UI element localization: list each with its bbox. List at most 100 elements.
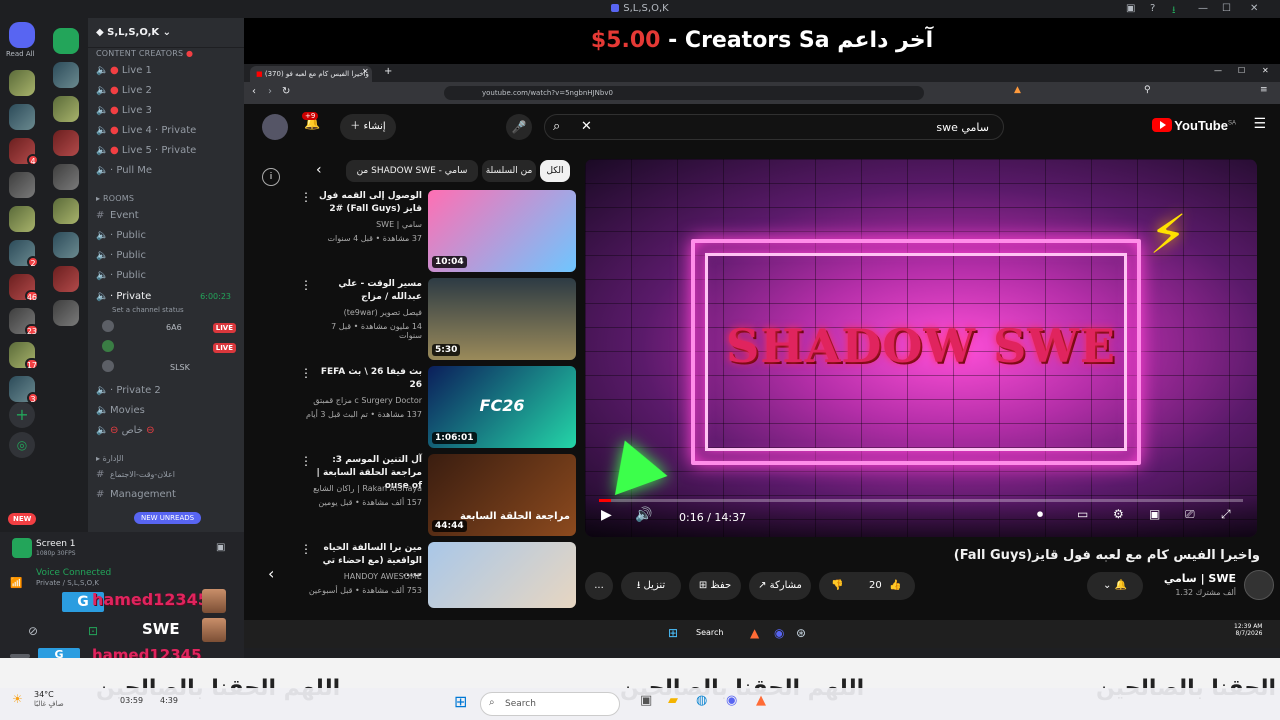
channel-status[interactable]: Set a channel status	[112, 306, 184, 314]
clear-search-icon[interactable]: ✕	[581, 119, 592, 134]
recommended-item[interactable]: ⋮ مسير الوقت - علي عبدالله / مزاج فيصل ت…	[300, 278, 576, 360]
minimize-icon[interactable]: —	[1198, 3, 1208, 14]
info-icon[interactable]: i	[262, 168, 280, 186]
channel-public-2[interactable]: 🔈 · Public	[96, 247, 241, 265]
like-count[interactable]: 20	[869, 572, 882, 600]
server-icon[interactable]: 17	[9, 342, 39, 370]
brave-icon[interactable]: ▲	[1014, 85, 1021, 95]
discord-icon[interactable]: ◉	[774, 626, 784, 640]
server-icon[interactable]	[9, 172, 35, 198]
autoplay-toggle[interactable]: ⏺	[1037, 507, 1043, 522]
server-icon[interactable]	[53, 28, 79, 54]
category-content-creators[interactable]: CONTENT CREATORS ●	[96, 49, 193, 58]
fullscreen-icon[interactable]: ⤢	[1221, 507, 1231, 522]
maximize-icon[interactable]: ☐	[1238, 66, 1245, 75]
recommended-item[interactable]: ⋮ مين برا السالفة الحياه الواقعية (مع اح…	[300, 542, 576, 624]
channel-management[interactable]: # Management	[96, 486, 241, 504]
video-thumbnail[interactable]: 10:04	[428, 190, 576, 272]
server-icon[interactable]	[53, 300, 79, 326]
extensions-icon[interactable]: ⚲	[1144, 85, 1151, 95]
read-all-label[interactable]: Read All	[6, 50, 35, 58]
task-view-icon[interactable]: ▣	[640, 693, 652, 708]
server-icon[interactable]	[53, 164, 79, 190]
recommended-item[interactable]: ⋮ الوصول إلى القمه فول قايز (Fall Guys) …	[300, 190, 576, 272]
video-thumbnail[interactable]: FC26 1:06:01	[428, 366, 576, 448]
minimize-icon[interactable]: —	[1214, 66, 1222, 75]
file-explorer-icon[interactable]: ▰	[668, 693, 678, 708]
settings-icon[interactable]: ⚙	[1113, 507, 1124, 521]
weather-icon[interactable]: ☀	[12, 692, 23, 706]
chip-series[interactable]: من السلسلة	[482, 160, 536, 182]
server-header[interactable]: ◆ S,L,S,O,K ⌄	[88, 18, 244, 48]
brave-icon[interactable]: ▲	[756, 693, 766, 708]
progress-bar[interactable]	[599, 499, 1243, 502]
voice-connected[interactable]: Voice Connected	[36, 568, 111, 578]
server-icon[interactable]	[53, 130, 79, 156]
server-icon[interactable]: 46	[9, 274, 39, 302]
category-admin[interactable]: ▸ الإدارة	[96, 454, 124, 463]
like-icon[interactable]: 👍	[889, 572, 901, 600]
server-icon[interactable]	[53, 232, 79, 258]
search-input[interactable]: ⌕ ✕ swe سامي	[544, 114, 1004, 140]
server-icon[interactable]: 4	[9, 138, 39, 166]
server-icon[interactable]	[53, 198, 79, 224]
server-icon[interactable]	[53, 266, 79, 292]
menu-icon[interactable]: ≡	[1260, 85, 1268, 95]
activity-icon[interactable]: ⊡	[88, 624, 98, 638]
weather-temp[interactable]: 34°C	[34, 690, 54, 699]
channel-private-active[interactable]: 🔈 · Private 6:00:23	[96, 288, 241, 306]
subtitles-icon[interactable]: ▭	[1077, 507, 1088, 521]
add-server-icon[interactable]: +	[9, 402, 35, 428]
avatar[interactable]	[102, 320, 114, 332]
cast-icon[interactable]: ⎚	[1185, 507, 1195, 522]
address-bar[interactable]: youtube.com/watch?v=5ngbnHJNbv0	[444, 86, 924, 100]
voice-connected-sub[interactable]: Private / S,L,S,O,K	[36, 579, 99, 587]
channel-live-1[interactable]: 🔈 ● Live 1	[96, 62, 241, 80]
taskbar-search[interactable]: Search	[696, 628, 723, 637]
video-thumbnail[interactable]	[428, 542, 576, 608]
edge-icon[interactable]: ◍	[696, 693, 707, 708]
chip-all[interactable]: الكل	[540, 160, 570, 182]
channel-private-2[interactable]: 🔈 · Private 2	[96, 382, 241, 400]
download-button[interactable]: ⭳ تنزيل	[621, 572, 681, 600]
stop-stream-icon[interactable]: ▣	[216, 542, 225, 553]
channel-live-5[interactable]: 🔈 ● Live 5 · Private	[96, 142, 241, 160]
subscribe-dropdown[interactable]: ⌄ 🔔	[1087, 572, 1143, 600]
search-icon[interactable]: ⌕	[553, 119, 560, 134]
category-rooms[interactable]: ▸ ROOMS	[96, 194, 134, 203]
create-button[interactable]: ＋ إنشاء	[340, 114, 396, 140]
miniplayer-icon[interactable]: ▣	[1149, 507, 1160, 521]
collapse-icon[interactable]: ‹	[268, 564, 274, 583]
maximize-icon[interactable]: ☐	[1222, 3, 1231, 14]
channel-avatar[interactable]	[1244, 570, 1274, 600]
server-icon[interactable]	[9, 206, 35, 232]
chips-prev-icon[interactable]: ‹	[316, 162, 322, 178]
recommended-item[interactable]: ⋮ بث فيفا 26 \ بث FEFA 26 c Surgery Doct…	[300, 366, 576, 448]
voice-search-button[interactable]: 🎤	[506, 114, 532, 140]
brave-icon[interactable]: ▲	[750, 626, 759, 640]
help-icon[interactable]: ?	[1150, 3, 1155, 14]
close-icon[interactable]: ✕	[1250, 3, 1258, 14]
avatar[interactable]	[102, 340, 114, 352]
server-icon[interactable]: 2	[9, 240, 39, 268]
discover-icon[interactable]: ◎	[9, 432, 35, 458]
back-icon[interactable]: ‹	[252, 86, 256, 97]
play-icon[interactable]: ▶	[601, 507, 612, 523]
home-button[interactable]	[9, 22, 35, 48]
windows-start-icon[interactable]: ⊞	[454, 692, 467, 711]
server-icon[interactable]	[9, 70, 35, 96]
forward-icon[interactable]: ›	[268, 86, 272, 97]
avatar[interactable]	[102, 360, 114, 372]
channel-private-ar[interactable]: 🔈 ⊖ خاص ⊖	[96, 422, 241, 440]
close-icon[interactable]: ✕	[1262, 66, 1269, 75]
video-player[interactable]: SHADOW SWE ⚡ ▶ 🔊 0:16 / 14:37 ⏺ ▭ ⚙ ▣ ⎚ …	[585, 159, 1257, 537]
channel-live-4[interactable]: 🔈 ● Live 4 · Private	[96, 122, 241, 140]
youtube-logo[interactable]: YouTubeSA	[1152, 118, 1236, 133]
channel-meeting-time[interactable]: # اعلان-وقت-الاجتماع	[96, 466, 241, 484]
video-thumbnail[interactable]: مراجعة الحلقة السابعة 44:44	[428, 454, 576, 536]
steam-icon[interactable]: ⊛	[796, 626, 806, 640]
server-icon[interactable]	[53, 96, 79, 122]
share-button[interactable]: ↗ مشاركة	[749, 572, 811, 600]
taskbar-search-box[interactable]: ⌕ Search	[480, 692, 620, 716]
volume-icon[interactable]: 🔊	[635, 507, 652, 523]
